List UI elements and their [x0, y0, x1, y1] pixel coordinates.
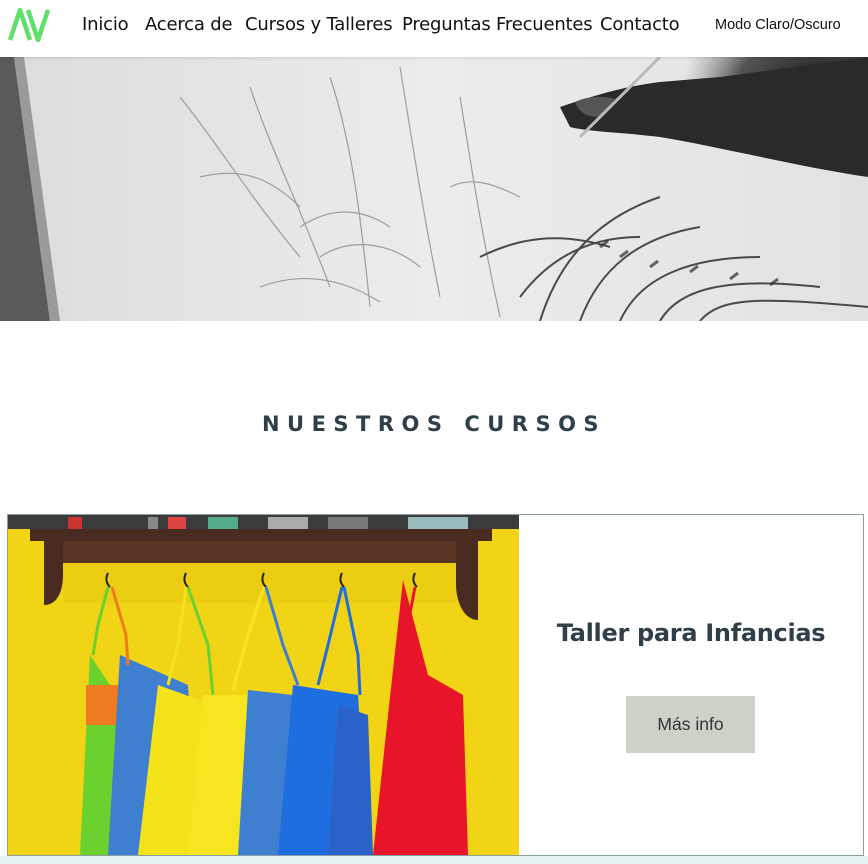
hero-image — [0, 57, 868, 321]
section-title: NUESTROS CURSOS — [261, 412, 607, 436]
site-header: Inicio Acerca de Cursos y Talleres Pregu… — [0, 0, 868, 57]
next-section-edge — [0, 856, 868, 864]
course-card-body: Taller para Infancias Más info — [519, 515, 863, 855]
nav-cursos-talleres[interactable]: Cursos y Talleres — [245, 14, 393, 35]
course-card-image — [8, 515, 519, 855]
nav-preguntas-frecuentes[interactable]: Preguntas Frecuentes — [402, 14, 593, 35]
theme-toggle[interactable]: Modo Claro/Oscuro — [715, 17, 841, 33]
av-logo[interactable] — [8, 8, 50, 42]
nav-contacto[interactable]: Contacto — [600, 14, 680, 35]
more-info-button[interactable]: Más info — [626, 696, 755, 753]
course-title: Taller para Infancias — [556, 619, 826, 647]
nav-acerca-de[interactable]: Acerca de — [145, 14, 233, 35]
course-card: Taller para Infancias Más info — [7, 514, 864, 856]
nav-inicio[interactable]: Inicio — [82, 14, 129, 35]
